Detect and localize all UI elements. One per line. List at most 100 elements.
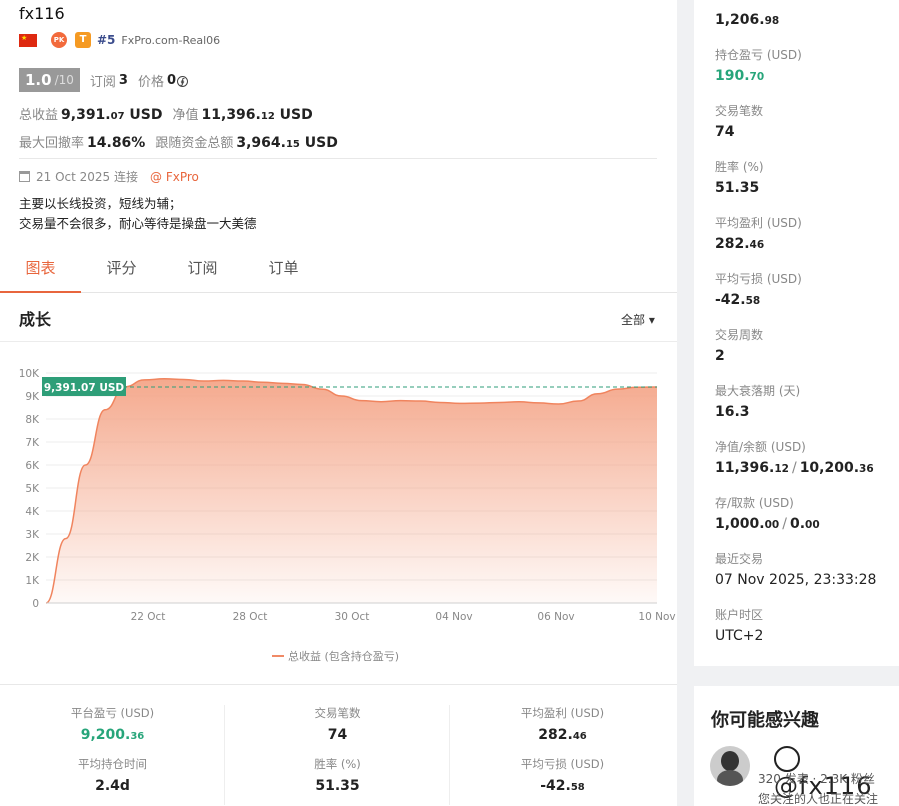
summary-stat-value: 51.35 <box>315 778 360 794</box>
calendar-icon <box>19 171 30 182</box>
follow-funds-dec: 15 <box>285 139 300 150</box>
growth-chart: 0 1K 2K 3K 4K 5K 6K 7K 8K 9K 10K 9,391.07 USD 22 Oct… <box>19 368 676 623</box>
side-stat-label: 存/取款 (USD) <box>715 496 794 510</box>
side-stat-label: 最近交易 <box>715 552 764 566</box>
coin-icon: ∮ <box>177 75 189 87</box>
join-date: 21 Oct 2025 连接 <box>36 170 139 184</box>
bio-line-1: 主要以长线投资，短线为辅； <box>19 196 182 211</box>
equity-value: 11,396.12 USD <box>202 107 313 123</box>
y-tick-label: 1K <box>25 575 40 587</box>
y-tick-label: 5K <box>25 483 40 495</box>
side-stat-value: 190.70 <box>715 68 765 84</box>
drawdown-label: 最大回撤率 <box>19 136 85 151</box>
side-stat: 平均亏损 (USD) -42.58 <box>715 270 802 308</box>
broker-link[interactable]: @ FxPro <box>150 170 199 184</box>
total-profit-label: 总收益 <box>19 108 59 123</box>
side-stat-value: 282.46 <box>715 236 765 252</box>
score-badge: 1.0 /10 <box>19 68 80 92</box>
tab-bar: 图表 评分 订阅 订单 <box>0 250 677 293</box>
side-stat-value: 1,206.98 <box>715 12 780 28</box>
main-panel: fx116 PK T #5 FxPro.com-Real06 1.0 /10 订… <box>0 0 677 806</box>
side-stat-value: 51.35 <box>715 180 760 196</box>
summary-stat: 平均盈利 (USD) 282.46 <box>450 705 675 743</box>
x-tick-label: 06 Nov <box>537 611 574 623</box>
side-stat-label: 平均盈利 (USD) <box>715 216 802 230</box>
section-divider <box>0 341 677 342</box>
rating-row: 1.0 /10 订阅 3 价格 0 ∮ <box>19 68 189 92</box>
side-stat-value: 11,396.12/10,200.36 <box>715 460 874 476</box>
follow-funds-int: 3,964. <box>236 135 286 151</box>
equity-int: 11,396. <box>201 107 261 123</box>
side-stat: 1,206.98 <box>715 0 779 28</box>
side-stat-value: 16.3 <box>715 404 750 420</box>
side-stat-label: 胜率 (%) <box>715 160 764 174</box>
equity-label: 净值 <box>172 108 199 123</box>
side-stat-value: 74 <box>715 124 735 140</box>
chart-legend[interactable]: 总收益 (包含持仓盈亏) <box>272 648 399 664</box>
side-stat: 平均盈利 (USD) 282.46 <box>715 214 802 252</box>
x-tick-label: 28 Oct <box>233 611 268 623</box>
t-badge-icon: T <box>75 32 91 48</box>
summary-stat-label: 平均亏损 (USD) <box>520 757 605 771</box>
drawdown-value: 14.86% <box>87 135 146 151</box>
header-divider <box>19 158 657 159</box>
summary-stat-value: 2.4d <box>95 778 130 794</box>
summary-stat: 平均亏损 (USD) -42.58 <box>450 756 675 794</box>
tab-orders[interactable]: 订单 <box>243 250 324 292</box>
side-stat: 持仓盈亏 (USD) 190.70 <box>715 46 802 84</box>
drawdown-row: 最大回撤率 14.86% 跟随资金总额 3,964.15 USD <box>19 132 348 152</box>
summary-stat: 平台盈亏 (USD) 9,200.36 <box>0 705 225 743</box>
summary-grid: 平台盈亏 (USD) 9,200.36 交易笔数 74 平均盈利 (USD) 282.46… <box>0 700 677 806</box>
side-stats-panel: 1,206.98 持仓盈亏 (USD) 190.70 交易笔数 74 胜率 (%) 51.3… <box>694 0 899 666</box>
tab-rating[interactable]: 评分 <box>81 250 162 292</box>
subscribe-count: 3 <box>118 72 128 88</box>
score-max: /10 <box>54 73 74 87</box>
y-tick-label: 10K <box>19 368 40 380</box>
price-number: 0 <box>166 72 177 88</box>
y-tick-label: 7K <box>25 437 40 449</box>
side-stat-label: 平均亏损 (USD) <box>715 272 802 286</box>
avatar[interactable] <box>710 746 750 786</box>
summary-stat: 交易笔数 74 <box>225 705 450 743</box>
legend-label: 总收益 (包含持仓盈亏) <box>288 650 400 663</box>
summary-stat: 平均持仓时间 2.4d <box>0 756 225 794</box>
legend-swatch <box>272 655 284 657</box>
summary-stat-label: 平均持仓时间 <box>78 757 147 771</box>
interest-title: 你可能感兴趣 <box>711 710 819 731</box>
side-stat: 交易笔数 74 <box>715 102 763 140</box>
total-profit-int: 9,391. <box>61 107 111 123</box>
side-stat: 存/取款 (USD) 1,000.00/0.00 <box>715 494 820 532</box>
account-meta: PK T #5 FxPro.com-Real06 <box>19 31 220 49</box>
profit-row: 总收益 9,391.07 USD 净值 11,396.12 USD <box>19 104 323 124</box>
summary-stat-label: 平均盈利 (USD) <box>520 706 605 720</box>
join-row: 21 Oct 2025 连接 @ FxPro <box>19 168 199 185</box>
total-profit-unit: USD <box>129 107 163 123</box>
china-flag-icon <box>19 33 37 47</box>
current-value-label: 9,391.07 USD <box>44 382 125 394</box>
side-stat-value: 1,000.00/0.00 <box>715 516 820 532</box>
summary-stat-value: 9,200.36 <box>80 727 145 743</box>
y-tick-label: 8K <box>25 414 40 426</box>
interest-note: 您关注的人也正在关注 <box>758 792 879 806</box>
x-tick-label: 04 Nov <box>435 611 472 623</box>
side-stat: 净值/余额 (USD) 11,396.12/10,200.36 <box>715 438 874 476</box>
rank-label: #5 <box>97 33 116 47</box>
side-stat-label: 交易周数 <box>715 328 764 342</box>
side-stat: 最近交易 07 Nov 2025, 23:33:28 <box>715 550 876 588</box>
bio: 主要以长线投资，短线为辅； 交易量不会很多，耐心等待是操盘一大美德 <box>19 194 257 234</box>
side-stat-label: 最大衰落期 (天) <box>715 384 801 398</box>
range-dropdown[interactable]: 全部 ▾ <box>621 311 655 328</box>
side-stat: 交易周数 2 <box>715 326 763 364</box>
summary-stat-label: 交易笔数 <box>314 706 361 720</box>
summary-stat-label: 胜率 (%) <box>314 757 361 771</box>
bio-line-2: 交易量不会很多，耐心等待是操盘一大美德 <box>19 216 257 231</box>
side-stat-label: 交易笔数 <box>715 104 764 118</box>
pk-badge-icon: PK <box>51 32 67 48</box>
x-tick-label: 10 Nov <box>638 611 675 623</box>
tab-chart[interactable]: 图表 <box>0 250 81 293</box>
follow-funds-label: 跟随资金总额 <box>155 136 234 151</box>
side-stat-label: 持仓盈亏 (USD) <box>715 48 802 62</box>
equity-unit: USD <box>279 107 313 123</box>
equity-dec: 12 <box>260 111 275 122</box>
tab-subscribe[interactable]: 订阅 <box>162 250 243 292</box>
